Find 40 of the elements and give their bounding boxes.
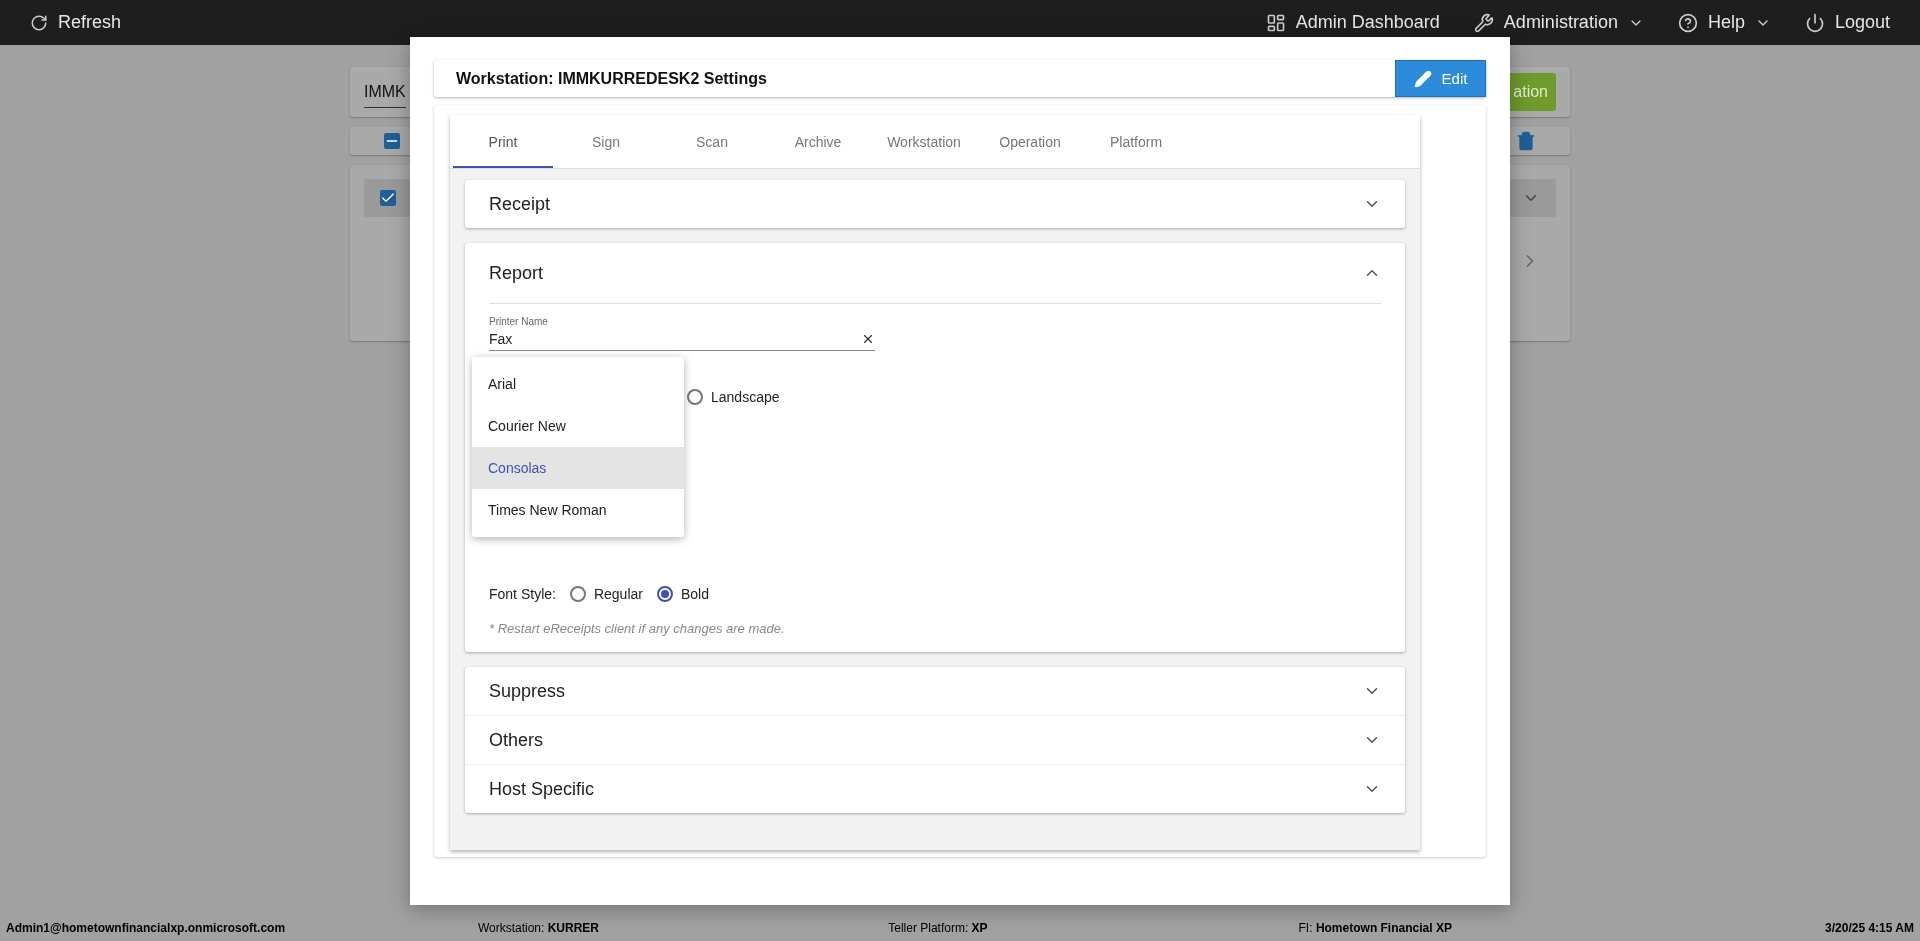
tab[interactable]: Archive — [765, 115, 871, 168]
menu-item[interactable]: Times New Roman — [472, 489, 684, 531]
nav-link[interactable]: Logout — [1804, 12, 1890, 33]
printer-name-field[interactable]: Printer Name Fax — [489, 316, 875, 351]
tab[interactable]: Scan — [659, 115, 765, 168]
tab[interactable]: Workstation — [871, 115, 977, 168]
nav-link[interactable]: Admin Dashboard — [1265, 12, 1440, 33]
note-text: * Restart eReceipts client if any changes are made. — [489, 621, 786, 636]
menu-item[interactable]: Arial — [472, 363, 684, 405]
section-title: Others — [489, 729, 544, 751]
radio-label: Bold — [680, 586, 709, 602]
status-item: Workstation: KURRER — [477, 921, 601, 935]
section-header[interactable]: Suppress — [465, 667, 1405, 716]
nav-link[interactable]: Help — [1677, 12, 1771, 33]
section-title: Receipt — [489, 193, 551, 215]
tab[interactable]: Sign — [553, 115, 659, 168]
section-title: Suppress — [489, 680, 566, 702]
section-header[interactable]: Receipt — [465, 180, 1405, 228]
section-header[interactable]: Report — [465, 243, 1405, 303]
status-item: FI: Hometown Financial XP — [1298, 921, 1453, 935]
font-style-label: Font Style: — [489, 586, 556, 602]
dialog-title: Workstation: IMMKURREDESK2 Settings — [456, 69, 767, 88]
section-title: Report — [489, 262, 544, 284]
tab[interactable]: Print — [453, 115, 553, 168]
status-item: 3/20/25 4:15 AM — [1824, 921, 1914, 935]
nav-link[interactable]: Administration — [1473, 12, 1644, 33]
radio-label: Regular — [593, 586, 643, 602]
menu-item[interactable]: Courier New — [472, 405, 684, 447]
tab[interactable]: Operation — [977, 115, 1083, 168]
status-item: Admin1@hometownfinancialxp.onmicrosoft.com — [6, 921, 287, 935]
status-item: Teller Platform: XP — [888, 921, 989, 935]
radio-label: Landscape — [711, 389, 780, 405]
refresh-button[interactable]: Refresh — [30, 12, 122, 33]
search-value: IMMK — [364, 76, 406, 108]
edit-button[interactable]: Edit — [1395, 60, 1486, 97]
tab[interactable]: Platform — [1083, 115, 1189, 168]
menu-item[interactable]: Consolas — [472, 447, 684, 489]
section-header[interactable]: Host Specific — [465, 765, 1405, 813]
section-header[interactable]: Others — [465, 716, 1405, 765]
section-title: Host Specific — [489, 778, 595, 800]
